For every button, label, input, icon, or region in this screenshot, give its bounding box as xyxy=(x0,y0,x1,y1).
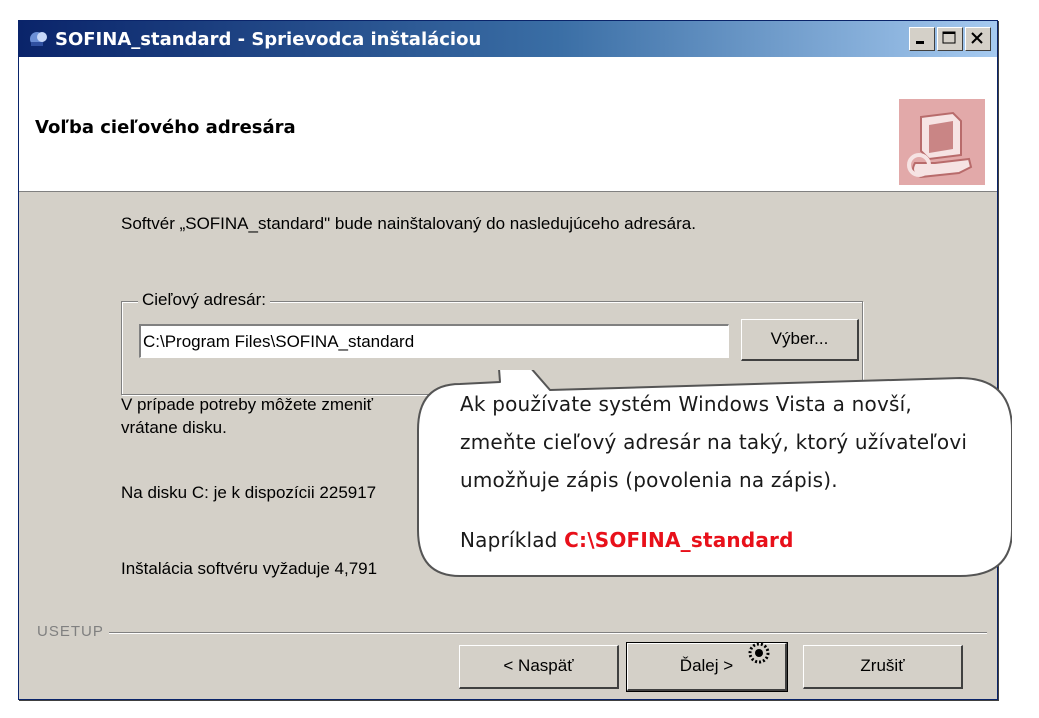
usetup-brand: USETUP xyxy=(37,623,108,640)
callout-example-prefix: Napríklad xyxy=(460,528,565,552)
disk-space-text: Na disku C: je k dispozícii 225917 xyxy=(121,483,377,502)
change-hint-line2: vrátane disku. xyxy=(121,418,227,437)
destination-path-input[interactable] xyxy=(139,324,729,358)
close-button[interactable] xyxy=(965,27,991,51)
app-icon xyxy=(30,32,47,46)
footer-divider xyxy=(109,632,987,634)
install-intro-text: Softvér „SOFINA_standard" bude nainštalo… xyxy=(121,214,696,233)
minimize-icon xyxy=(916,41,924,44)
cancel-button[interactable]: Zrušiť xyxy=(803,645,963,689)
window-title: SOFINA_standard - Sprievodca inštaláciou xyxy=(55,29,482,50)
close-icon xyxy=(971,32,983,44)
wizard-header: Voľba cieľového adresára xyxy=(19,57,997,192)
required-space-text: Inštalácia softvéru vyžaduje 4,791 xyxy=(121,559,378,578)
callout-line2: zmeňte cieľový adresár na taký, ktorý už… xyxy=(460,430,968,454)
change-hint-line1: V prípade potreby môžete zmeniť xyxy=(121,395,374,414)
page-title: Voľba cieľového adresára xyxy=(35,117,296,138)
callout-example: Napríklad C:\SOFINA_standard xyxy=(460,528,794,552)
callout-example-path: C:\SOFINA_standard xyxy=(564,528,794,552)
computer-install-icon xyxy=(899,99,985,185)
installer-window: SOFINA_standard - Sprievodca inštaláciou… xyxy=(18,20,998,700)
title-bar[interactable]: SOFINA_standard - Sprievodca inštaláciou xyxy=(19,21,997,57)
busy-cursor-icon xyxy=(748,642,770,664)
destination-label: Cieľový adresár: xyxy=(138,290,271,310)
callout-line1: Ak používate systém Windows Vista a novš… xyxy=(460,392,912,416)
maximize-icon xyxy=(942,31,956,44)
minimize-button[interactable] xyxy=(909,27,935,51)
back-button[interactable]: < Naspäť xyxy=(459,645,619,689)
callout-line3: umožňuje zápis (povolenia na zápis). xyxy=(460,468,838,492)
maximize-button[interactable] xyxy=(937,27,963,51)
browse-button[interactable]: Výber... xyxy=(741,319,859,361)
